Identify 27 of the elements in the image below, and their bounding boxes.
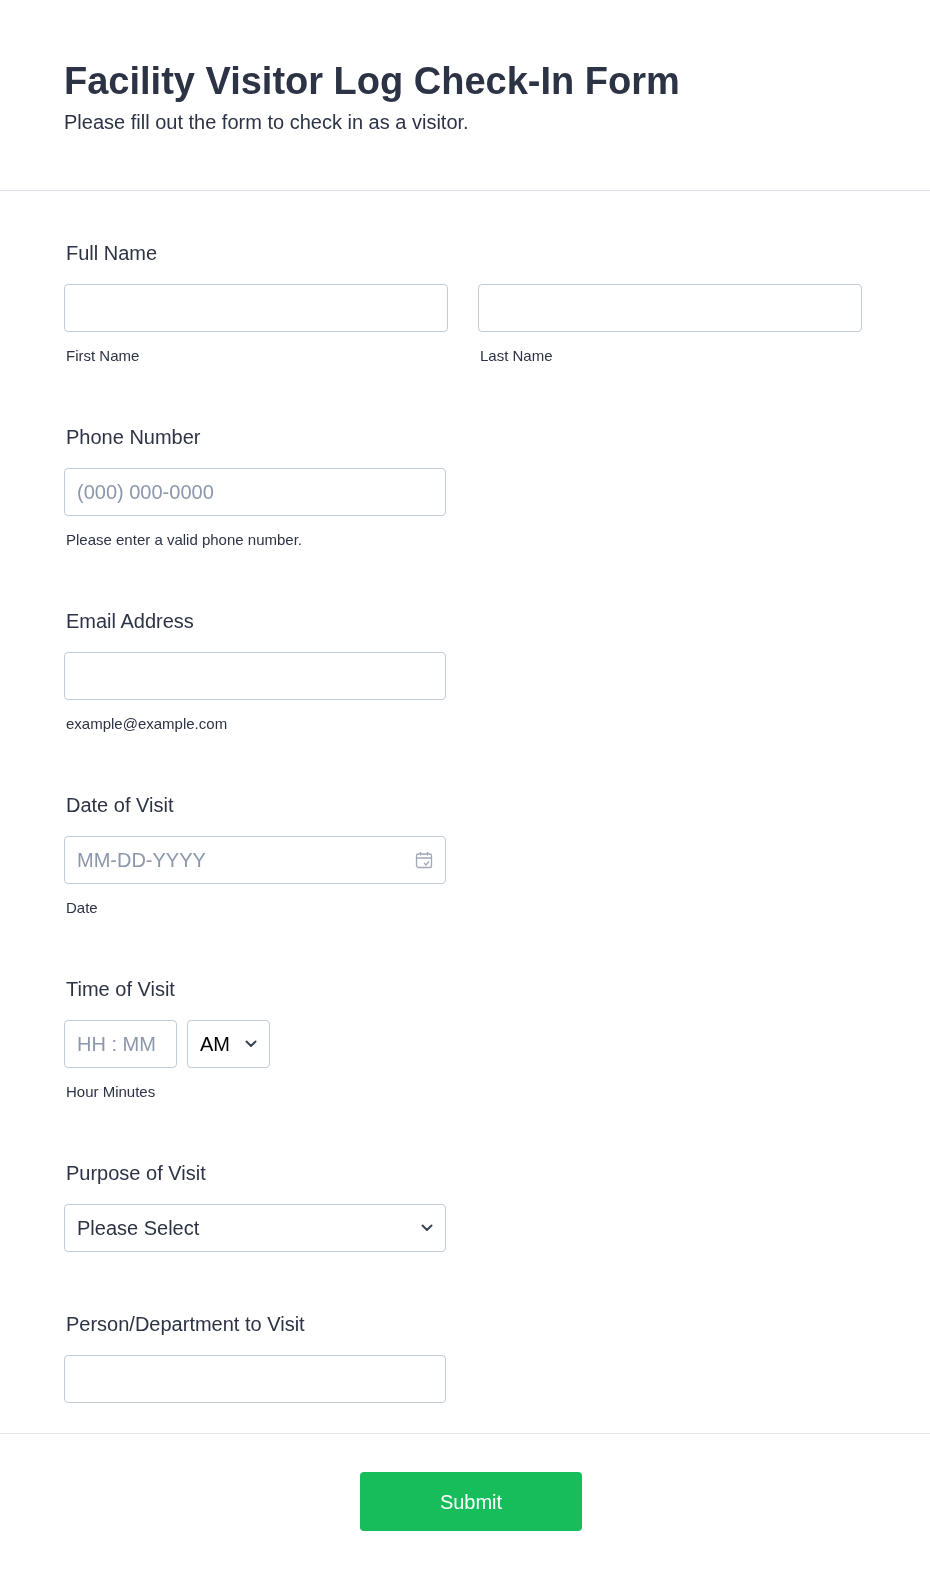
field-sublabel: Date	[65, 899, 99, 917]
ampm-select[interactable]: AM	[187, 1020, 270, 1068]
chevron-down-icon	[421, 1224, 433, 1232]
field-label: Date of Visit	[65, 793, 175, 817]
chevron-down-icon	[245, 1040, 257, 1048]
text-input[interactable]	[64, 1355, 446, 1403]
field-sublabel: Last Name	[479, 347, 554, 365]
field-label: Purpose of Visit	[65, 1161, 207, 1185]
form-subtitle: Please fill out the form to check in as a visitor.	[64, 110, 470, 134]
field-label: Full Name	[65, 241, 159, 265]
field-sublabel: First Name	[65, 347, 141, 365]
text-input[interactable]	[64, 284, 448, 332]
field-label: Time of Visit	[65, 977, 176, 1001]
field-sublabel: Please enter a valid phone number.	[65, 531, 303, 549]
field-label: Person/Department to Visit	[65, 1312, 306, 1336]
field-label: Email Address	[65, 609, 195, 633]
date-input[interactable]: MM-DD-YYYY	[64, 836, 446, 884]
time-input[interactable]: HH : MM	[64, 1020, 177, 1068]
text-input[interactable]: (000) 000-0000	[64, 468, 446, 516]
field-sublabel: Hour Minutes	[65, 1083, 157, 1101]
text-input[interactable]	[478, 284, 862, 332]
dropdown-select[interactable]: Please Select	[64, 1204, 446, 1252]
form-title: Facility Visitor Log Check-In Form	[64, 59, 681, 104]
field-label: Phone Number	[65, 425, 202, 449]
field-sublabel: example@example.com	[65, 715, 229, 733]
calendar-icon[interactable]	[415, 851, 433, 869]
text-input[interactable]	[64, 652, 446, 700]
